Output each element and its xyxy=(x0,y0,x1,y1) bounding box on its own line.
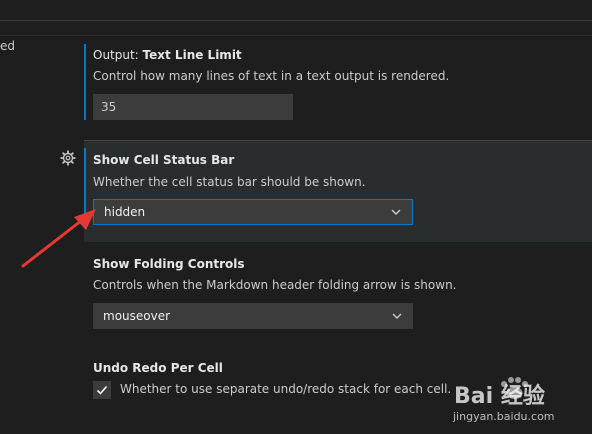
header-divider xyxy=(0,35,592,36)
setting-description: Whether the cell status bar should be sh… xyxy=(93,175,366,189)
chevron-down-icon xyxy=(392,313,402,319)
chevron-down-icon xyxy=(391,209,401,215)
setting-description: Controls when the Markdown header foldin… xyxy=(93,278,457,292)
setting-show-cell-status-bar: Show Cell Status Bar Whether the cell st… xyxy=(84,148,592,238)
setting-title: Output: Text Line Limit xyxy=(93,48,242,62)
watermark-text: Bai 经验 xyxy=(454,384,545,409)
annotation-arrow xyxy=(21,209,96,268)
folding-controls-select[interactable]: mouseover xyxy=(93,303,413,329)
select-value: mouseover xyxy=(103,309,171,323)
setting-title: Undo Redo Per Cell xyxy=(93,361,223,375)
setting-output-text-line-limit: Output: Text Line Limit Control how many… xyxy=(84,44,592,124)
setting-show-folding-controls: Show Folding Controls Controls when the … xyxy=(84,252,592,332)
select-value: hidden xyxy=(104,205,146,219)
check-icon xyxy=(96,385,108,395)
undo-redo-checkbox[interactable] xyxy=(93,381,111,399)
sidebar-fragment: ed xyxy=(0,39,15,53)
setting-name: Text Line Limit xyxy=(142,48,242,62)
watermark-url: jingyan.baidu.com xyxy=(453,410,555,423)
top-bar xyxy=(0,0,592,20)
top-divider xyxy=(0,20,592,21)
setting-title: Show Folding Controls xyxy=(93,257,245,271)
gear-icon[interactable] xyxy=(60,150,76,166)
setting-title: Show Cell Status Bar xyxy=(93,153,235,167)
cell-status-bar-select[interactable]: hidden xyxy=(93,199,413,225)
setting-description: Control how many lines of text in a text… xyxy=(93,69,450,83)
setting-accent-bar xyxy=(84,44,86,120)
text-line-limit-input[interactable]: 35 xyxy=(93,94,293,120)
checkbox-label: Whether to use separate undo/redo stack … xyxy=(120,382,452,396)
setting-category: Output: xyxy=(93,48,143,62)
